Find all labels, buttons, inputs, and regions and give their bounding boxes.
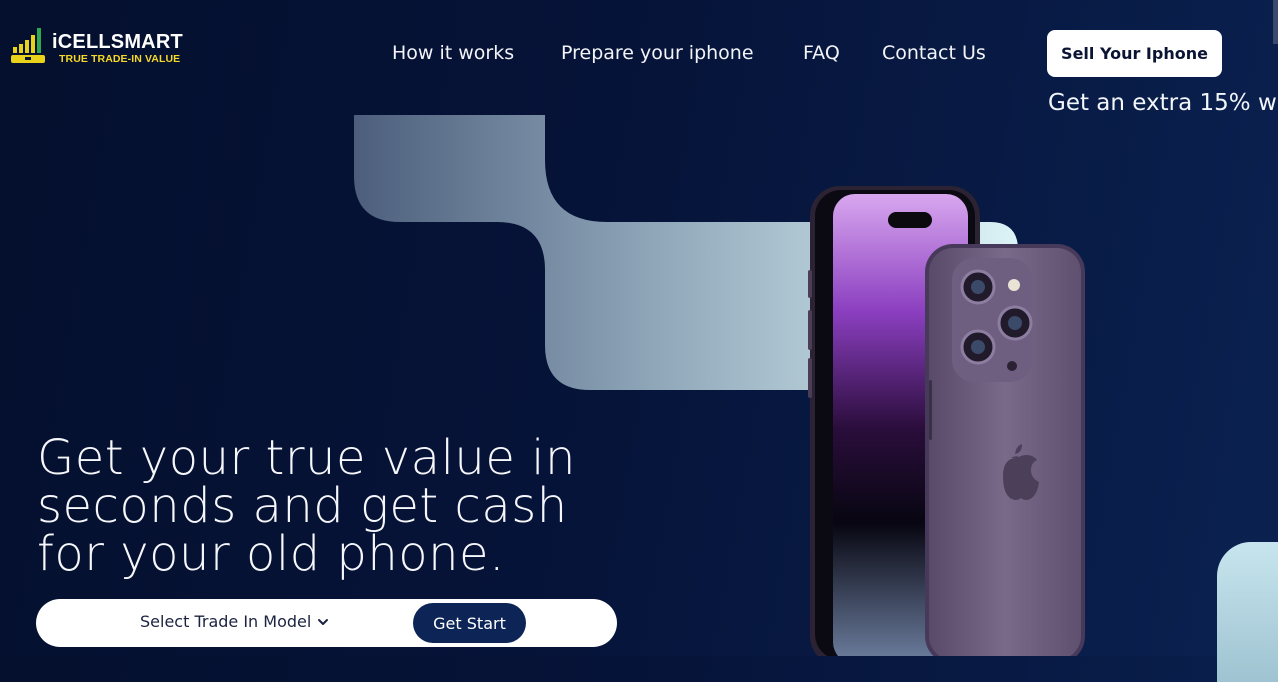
- sell-your-iphone-button[interactable]: Sell Your Iphone: [1047, 30, 1222, 77]
- nav-contact-us[interactable]: Contact Us: [882, 42, 986, 64]
- hero-title-line: Get your true value in: [37, 430, 576, 486]
- trade-in-model-select[interactable]: Select Trade In Model: [140, 612, 329, 631]
- trade-in-form: Select Trade In Model Get Start: [36, 599, 617, 647]
- nav-prepare-your-iphone[interactable]: Prepare your iphone: [561, 42, 754, 64]
- hero-title: Get your true value in seconds and get c…: [37, 434, 657, 578]
- nav-how-it-works[interactable]: How it works: [392, 42, 514, 64]
- chevron-down-icon: [318, 618, 329, 625]
- promo-banner-text: Get an extra 15% w: [1048, 90, 1277, 116]
- nav-faq[interactable]: FAQ: [803, 42, 840, 64]
- decorative-corner-shape: [1217, 542, 1278, 682]
- get-start-button[interactable]: Get Start: [413, 603, 526, 643]
- trade-in-model-select-label: Select Trade In Model: [140, 612, 312, 631]
- hero-title-line: seconds and get cash: [37, 478, 568, 534]
- hero-title-line: for your old phone.: [37, 526, 505, 582]
- phone-back-image: [925, 244, 1085, 656]
- scrollbar[interactable]: [1273, 0, 1278, 44]
